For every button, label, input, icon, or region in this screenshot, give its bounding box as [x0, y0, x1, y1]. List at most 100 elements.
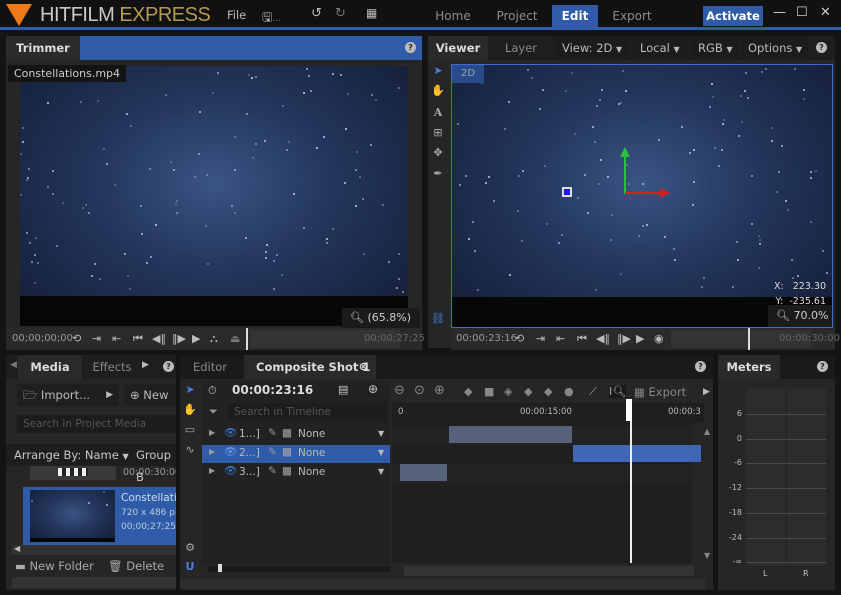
record-icon[interactable]: ◉: [654, 332, 664, 345]
new-layer-icon[interactable]: ▤: [338, 383, 348, 396]
play-icon[interactable]: ▶: [192, 332, 200, 345]
settings-icon[interactable]: ⚙: [180, 541, 200, 554]
set-in-icon[interactable]: ⇥: [536, 332, 545, 345]
filter-icon[interactable]: ⏷: [209, 405, 218, 419]
save-icon[interactable]: 🖫...: [262, 8, 281, 29]
viewer-playhead[interactable]: [748, 328, 750, 350]
x-arrow-icon[interactable]: [660, 188, 670, 198]
timeline-track-area[interactable]: [392, 399, 701, 563]
transform-tool-icon[interactable]: ⊞: [428, 126, 448, 139]
export-button[interactable]: ▦ Export: [634, 385, 686, 399]
media-item-selected[interactable]: Constellatio 720 x 486 pi 00;00;27;25: [23, 487, 176, 545]
media-bottom-scrollbar[interactable]: [12, 577, 176, 588]
play-icon[interactable]: ▶: [636, 332, 644, 345]
tab-scroll-left-icon[interactable]: ◀: [10, 360, 17, 370]
media-item[interactable]: 00:00:30:00: [6, 466, 176, 484]
keyframe-ease-in-icon[interactable]: ◆: [524, 385, 532, 398]
media-horizontal-scrollbar[interactable]: ◀: [12, 544, 176, 555]
keyframe-linear-icon[interactable]: ◆: [464, 385, 472, 398]
minimize-button[interactable]: —: [773, 5, 786, 20]
grid-layout-icon[interactable]: ▦: [366, 6, 377, 20]
help-icon[interactable]: ?: [817, 361, 828, 372]
set-out-icon[interactable]: ⇤: [112, 332, 121, 345]
loop-icon[interactable]: ⟲: [72, 332, 81, 345]
track-row[interactable]: ▶ 👁︎ 1...] ✎ ▩ None ▼: [202, 426, 390, 444]
timeline-clip-selected[interactable]: [573, 445, 701, 462]
snap-magnet-icon[interactable]: U: [180, 560, 200, 573]
go-to-start-icon[interactable]: ⏮: [133, 332, 143, 346]
value-graph-icon[interactable]: ⟋: [589, 385, 597, 399]
tab-scroll-right-icon[interactable]: ▶: [142, 360, 149, 370]
new-folder-button[interactable]: ▬ New Folder: [15, 559, 94, 573]
keyframe-ease-out-icon[interactable]: ◆: [544, 385, 552, 398]
editor-bottom-scrollbar[interactable]: [180, 579, 705, 589]
redo-icon[interactable]: ↻: [335, 6, 346, 21]
tab-viewer[interactable]: Viewer: [428, 36, 488, 60]
link-tool-icon[interactable]: ⛓: [428, 312, 448, 325]
timeline-playhead[interactable]: [630, 401, 632, 563]
tab-meters[interactable]: Meters: [718, 355, 780, 379]
channel-dropdown[interactable]: RGB ▼: [692, 39, 739, 57]
track-row-selected[interactable]: ▶ 👁︎ 2...] ✎ ▩ None ▼: [202, 445, 390, 463]
playhead-handle[interactable]: [626, 399, 632, 421]
trimmer-zoom-dropdown[interactable]: 🔍︎ (65.8%) ▼: [342, 308, 420, 343]
slip-tool-icon[interactable]: ▭: [180, 423, 200, 436]
tab-layer[interactable]: Layer: [496, 36, 546, 60]
keyframe-smooth-icon[interactable]: ●: [564, 385, 574, 398]
tab-composite-shot[interactable]: Composite Shot 1 ⊗: [244, 355, 376, 379]
overlay-icon[interactable]: ⏏: [230, 332, 240, 345]
scroll-down-icon[interactable]: ▼: [704, 551, 710, 560]
delete-button[interactable]: 🗑 Delete: [108, 559, 164, 573]
rate-stretch-tool-icon[interactable]: ∿: [180, 443, 200, 456]
toolbar-more-icon[interactable]: ▶: [703, 387, 710, 397]
pen-tool-icon[interactable]: ✒: [428, 167, 448, 180]
visibility-eye-icon[interactable]: 👁︎: [224, 445, 237, 458]
select-tool-icon[interactable]: ➤: [180, 383, 200, 396]
zoom-slider[interactable]: [208, 564, 390, 572]
timeline-search-input[interactable]: Search in Timeline: [228, 403, 386, 421]
set-out-icon[interactable]: ⇤: [556, 332, 565, 345]
loop-icon[interactable]: ⟲: [515, 332, 524, 345]
step-forward-icon[interactable]: ‖▶: [617, 332, 631, 345]
editor-timecode[interactable]: 00:00:23:16: [232, 383, 313, 397]
y-axis-gizmo[interactable]: [624, 155, 626, 194]
help-icon[interactable]: ?: [816, 42, 827, 53]
timeline-ruler[interactable]: 0 00:00:15:00 00:00:3: [392, 403, 704, 423]
file-menu[interactable]: File: [227, 8, 246, 22]
new-button[interactable]: ⊕ New: [124, 384, 176, 406]
import-button[interactable]: 🗁 Import... ▶: [17, 384, 119, 406]
zoom-to-fit-icon[interactable]: I🔍︎: [609, 385, 627, 398]
viewer-zoom-dropdown[interactable]: 🔍︎ 70.0% ▼: [768, 305, 832, 327]
text-tool-icon[interactable]: A: [428, 106, 448, 119]
help-icon[interactable]: ?: [163, 361, 174, 372]
nav-tab-edit[interactable]: Edit: [552, 5, 598, 28]
arrange-by-dropdown[interactable]: Arrange By: Name ▼: [14, 444, 129, 468]
nav-tab-home[interactable]: Home: [428, 5, 478, 28]
x-axis-gizmo[interactable]: [625, 192, 661, 194]
track-row[interactable]: ▶ 👁︎ 3...] ✎ ▩ None ▼: [202, 464, 390, 482]
options-dropdown[interactable]: Options ▼: [742, 39, 809, 57]
y-arrow-icon[interactable]: [620, 147, 630, 157]
close-button[interactable]: ✕: [820, 5, 831, 20]
keyframe-hold-icon[interactable]: ■: [484, 385, 494, 398]
add-keyframe-icon[interactable]: ⊙: [414, 383, 425, 398]
nav-tab-project[interactable]: Project: [488, 5, 546, 28]
help-icon[interactable]: ?: [695, 361, 706, 372]
tab-media[interactable]: Media: [18, 355, 82, 379]
tab-effects[interactable]: Effects: [86, 355, 138, 379]
add-icon[interactable]: ⊕: [368, 382, 378, 396]
keyframe-bezier-icon[interactable]: ◈: [504, 385, 512, 398]
step-forward-icon[interactable]: ‖▶: [172, 332, 186, 345]
activate-button[interactable]: Activate: [703, 6, 763, 26]
anchor-tool-icon[interactable]: ✥: [428, 146, 448, 159]
select-tool-icon[interactable]: ➤: [428, 64, 448, 77]
media-search-input[interactable]: Search in Project Media: [17, 415, 176, 433]
insert-icon[interactable]: ⛬: [210, 332, 218, 346]
visibility-eye-icon[interactable]: 👁︎: [224, 426, 237, 439]
prev-keyframe-icon[interactable]: ⊖: [394, 383, 405, 398]
trimmer-playhead[interactable]: [246, 328, 248, 350]
next-keyframe-icon[interactable]: ⊕: [434, 383, 445, 398]
timeline-horizontal-scrollbar[interactable]: [404, 566, 694, 576]
visibility-eye-icon[interactable]: 👁︎: [224, 464, 237, 477]
layer-handle[interactable]: [562, 187, 572, 197]
